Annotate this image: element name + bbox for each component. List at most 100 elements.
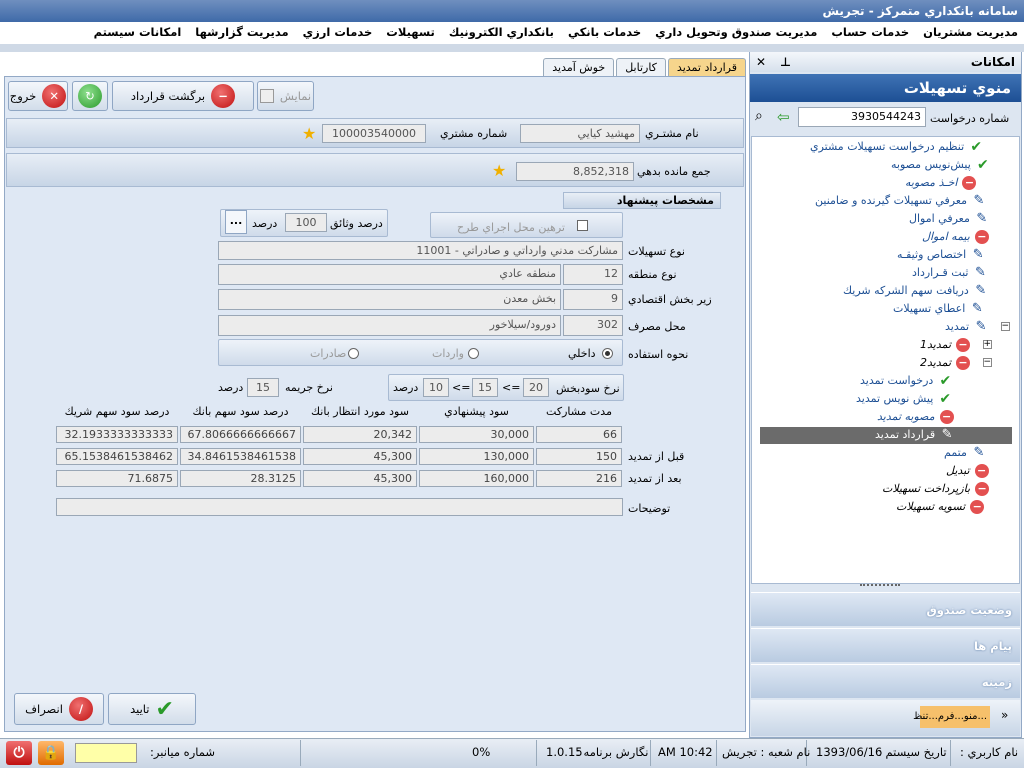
- menu-item[interactable]: مديريت گزارشها: [195, 22, 288, 44]
- pencil-icon: ✎: [971, 301, 983, 316]
- profit-rate-3-input[interactable]: 10: [423, 378, 449, 397]
- tree-item[interactable]: ✎ متمم: [944, 445, 986, 461]
- show-button[interactable]: نمايش: [257, 81, 314, 111]
- tree-item[interactable]: ✎ ثبت قـرارداد: [912, 265, 987, 281]
- exit-button[interactable]: خروج ✕: [8, 81, 68, 111]
- collateral-percent-input[interactable]: 100: [285, 213, 327, 232]
- expand-icon[interactable]: +: [983, 340, 992, 349]
- menu-item[interactable]: بانكداري الكترونيك: [449, 22, 554, 44]
- percent-unit-label: درصد: [252, 217, 278, 230]
- tree-item-selected[interactable]: ✎ قرارداد تمديد: [875, 427, 954, 443]
- lock-icon[interactable]: 🔒: [38, 741, 64, 765]
- tree-item[interactable]: ✔ تنظيم درخواست تسهيلات مشتري: [810, 139, 983, 155]
- operator-label: =>: [502, 381, 521, 394]
- tab-extension-contract[interactable]: قرارداد تمديد: [667, 58, 746, 77]
- star-icon[interactable]: ★: [492, 163, 506, 179]
- tab-welcome[interactable]: خوش آمديد: [543, 58, 615, 77]
- penalty-rate-input[interactable]: 15: [247, 378, 279, 397]
- tree-item[interactable]: − بيمه اموال: [922, 229, 989, 245]
- usage-option-label: واردات: [432, 347, 464, 360]
- menu-item[interactable]: خدمات حساب: [831, 22, 909, 44]
- more-button[interactable]: ...: [225, 210, 247, 234]
- section-fund-status[interactable]: وضعيت صندوق: [751, 592, 1020, 626]
- check-icon: ✔: [939, 373, 952, 389]
- tree-item[interactable]: − تسويه تسهيلات: [896, 499, 985, 515]
- search-icon[interactable]: ⌕: [755, 108, 763, 124]
- profit-rate-1-input[interactable]: 20: [523, 378, 549, 397]
- power-icon[interactable]: ⏻: [6, 741, 32, 765]
- status-branch: نام شعبه : تجريش: [722, 745, 811, 759]
- usage-radio-domestic[interactable]: [602, 348, 613, 359]
- tree-item[interactable]: − بازپرداخت تسهيلات: [882, 481, 990, 497]
- field-label: زير بخش اقتصادي: [628, 293, 712, 306]
- cancel-icon: /: [68, 697, 93, 721]
- collapse-icon[interactable]: −: [983, 358, 992, 367]
- profit-rate-label: نرخ سودبخش: [556, 382, 620, 395]
- collateral-checkbox-label: ترهين محل اجراي طرح: [457, 221, 565, 234]
- tree-item[interactable]: ✔ پيش نويس تمديد: [856, 391, 952, 407]
- minus-icon: −: [956, 338, 971, 352]
- tree-item[interactable]: ✎ اختصاص وثيقـه: [897, 247, 985, 263]
- profit-rate-2-input[interactable]: 15: [472, 378, 498, 397]
- menu-item[interactable]: خدمات ارزي: [303, 22, 373, 44]
- row-label: قبل از تمديد: [628, 450, 685, 463]
- pin-icon[interactable]: ⊥: [780, 52, 791, 72]
- percent-unit-label: درصد: [218, 381, 244, 394]
- tree-item[interactable]: ✎ اعطاي تسهيلات: [893, 301, 984, 317]
- table-cell: 28.3125: [180, 470, 301, 487]
- tree-item[interactable]: − تبديل: [946, 463, 989, 479]
- menu-item[interactable]: تسهيلات: [386, 22, 435, 44]
- operator-label: =>: [452, 381, 471, 394]
- collateral-checkbox[interactable]: [577, 220, 588, 231]
- star-icon[interactable]: ★: [302, 126, 316, 142]
- tree-item[interactable]: − مصوبه تمديد: [877, 409, 954, 425]
- menu-item[interactable]: مديريت مشتريان: [923, 22, 1018, 44]
- chevron-icon[interactable]: »: [1001, 708, 1008, 722]
- confirm-button[interactable]: تاييد ✔: [108, 693, 196, 725]
- proposal-section-header: مشخصات پيشنهاد: [563, 192, 721, 209]
- tree-item[interactable]: + − تمديد1: [920, 337, 992, 353]
- section-messages[interactable]: پيام ها: [751, 628, 1020, 662]
- refresh-icon: ↻: [78, 84, 102, 108]
- menu-item[interactable]: امكانات سيستم: [94, 22, 182, 44]
- status-version: 1.0.15: [546, 745, 583, 759]
- column-header: درصد سود سهم بانك: [192, 405, 289, 418]
- tree-item[interactable]: ✎ دريافت سهم الشركه شريك: [843, 283, 988, 299]
- splitter-grip[interactable]: [860, 584, 900, 589]
- main-menu: مديريت مشتريان خدمات حساب مديريت صندوق و…: [0, 22, 1024, 44]
- field-label: نوع منطقه: [628, 268, 677, 281]
- request-number-input[interactable]: 3930544243: [798, 107, 926, 127]
- notes-field[interactable]: [56, 498, 623, 516]
- table-cell: 130,000: [419, 448, 534, 465]
- cancel-button[interactable]: انصراف /: [14, 693, 104, 725]
- usage-radio-export[interactable]: [348, 348, 359, 359]
- region-name-field: منطقه عادي: [218, 264, 561, 285]
- tree-item[interactable]: ✔ درخواست تمديد: [860, 373, 952, 389]
- pencil-icon: ✎: [973, 193, 985, 208]
- document-icon: [259, 89, 274, 103]
- table-cell: 66: [536, 426, 622, 443]
- field-label: محل مصرف: [628, 320, 686, 333]
- usage-radio-import[interactable]: [468, 348, 479, 359]
- menu-item[interactable]: خدمات بانكي: [568, 22, 641, 44]
- section-context[interactable]: زمينه: [751, 664, 1020, 698]
- close-icon[interactable]: ✕: [756, 52, 766, 72]
- status-date: 1393/06/16: [816, 745, 883, 759]
- tree-item[interactable]: − − تمديد2: [920, 355, 992, 371]
- back-arrow-icon[interactable]: ⇦: [777, 108, 790, 126]
- tree-item[interactable]: ✔ پيش‌نويس مصوبه: [891, 157, 990, 173]
- refresh-button[interactable]: ↻: [72, 81, 108, 111]
- customer-name-label: نام مشتـري: [645, 127, 699, 140]
- tree-item[interactable]: ✎ معرفي اموال: [909, 211, 989, 227]
- overflow-items[interactable]: ...منو...فرم...تنظ: [913, 706, 990, 728]
- tab-cartable[interactable]: كارتابل: [616, 58, 666, 77]
- tree-item[interactable]: − ✎ تمديد: [945, 319, 1010, 335]
- window-title-bar: سامانه بانكداري متمركز - تجريش: [0, 0, 1024, 22]
- shortcut-number-input[interactable]: [75, 743, 137, 763]
- collapse-icon[interactable]: −: [1001, 322, 1010, 331]
- return-contract-button[interactable]: برگشت قرارداد −: [112, 81, 254, 111]
- tree-item[interactable]: − اخـذ مصوبه: [905, 175, 977, 191]
- menu-item[interactable]: مديريت صندوق وتحويل داري: [655, 22, 817, 44]
- status-progress: 0%: [472, 745, 491, 759]
- tree-item[interactable]: ✎ معرفي تسهيلات گيرنده و ضامنين: [815, 193, 986, 209]
